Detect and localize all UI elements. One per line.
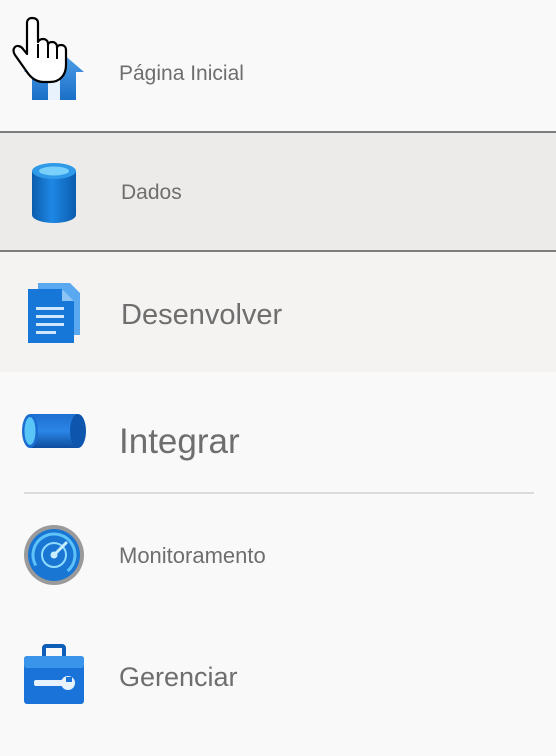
document-icon bbox=[28, 283, 80, 343]
home-icon bbox=[24, 46, 84, 100]
nav-item-label: Página Inicial bbox=[119, 62, 244, 85]
nav-item-label: Desenvolver bbox=[121, 299, 283, 331]
left-navigation-menu: Página Inicial Dados Desenvolver Integra… bbox=[0, 0, 556, 756]
toolbox-icon bbox=[24, 644, 84, 704]
nav-item-home[interactable]: Página Inicial bbox=[0, 0, 556, 132]
nav-item-label: Dados bbox=[121, 181, 182, 204]
nav-item-label: Gerenciar bbox=[119, 662, 238, 692]
nav-item-data[interactable]: Dados bbox=[0, 131, 556, 252]
nav-item-manage[interactable]: Gerenciar bbox=[0, 618, 556, 756]
nav-item-monitor[interactable]: Monitoramento bbox=[0, 494, 556, 618]
database-icon bbox=[32, 163, 76, 223]
nav-item-label: Monitoramento bbox=[119, 543, 266, 568]
nav-item-label: Integrar bbox=[119, 422, 240, 461]
pipeline-icon bbox=[22, 414, 86, 448]
gauge-icon bbox=[24, 525, 84, 585]
nav-item-integrate[interactable]: Integrar bbox=[0, 372, 556, 492]
nav-item-develop[interactable]: Desenvolver bbox=[0, 252, 556, 372]
